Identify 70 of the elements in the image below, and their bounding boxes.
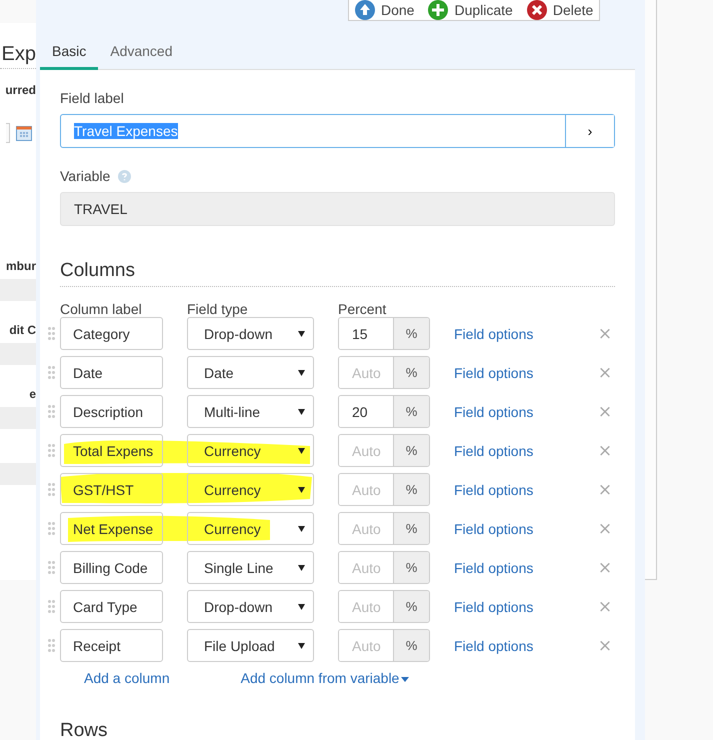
delete-button[interactable]: Delete (526, 0, 594, 20)
dropdown-caret-icon (298, 370, 305, 376)
variable-label: Variable (60, 168, 110, 184)
field-label: Field label (60, 90, 124, 106)
drag-handle-icon[interactable] (48, 600, 55, 613)
field-type-select[interactable]: Date (187, 356, 314, 389)
column-label-input[interactable]: Category (60, 317, 163, 350)
tab[interactable]: Advanced (98, 39, 185, 70)
dropdown-caret-icon (298, 604, 305, 610)
help-icon[interactable] (118, 170, 132, 182)
column-label-input[interactable]: Net Expense (60, 512, 163, 545)
column-header: Column label (60, 301, 143, 317)
field-options-link[interactable]: Field options (454, 442, 534, 458)
drag-handle-icon[interactable] (48, 561, 55, 574)
input-value: Travel Expenses (74, 123, 178, 139)
drag-handle-icon[interactable] (48, 405, 55, 418)
drag-handle-icon[interactable] (48, 444, 55, 457)
field-type-select[interactable]: Drop-down (187, 317, 314, 350)
form-label: urred (5, 83, 36, 97)
field-type-select[interactable]: Currency (187, 434, 314, 467)
drag-handle-icon[interactable] (48, 522, 55, 535)
duplicate-button[interactable]: Duplicate (428, 0, 513, 20)
column-label-input[interactable]: Billing Code (60, 551, 163, 584)
drag-handle-icon[interactable] (48, 327, 55, 340)
dropdown-caret-icon (298, 526, 305, 532)
field-options-link[interactable]: Field options (454, 404, 534, 420)
dropdown-caret-icon (298, 564, 305, 570)
field-type-select[interactable]: Multi-line (187, 395, 314, 428)
column-header: Percent (338, 301, 388, 317)
field-type-select[interactable]: Drop-down (187, 590, 314, 623)
field-options-link[interactable]: Field options (454, 598, 534, 614)
column-label-input[interactable]: Description (60, 395, 163, 428)
form-label: e (29, 387, 36, 401)
form-label: dit C (9, 323, 36, 337)
field-options-link[interactable]: Field options (454, 520, 534, 536)
field-label-input[interactable]: Travel Expenses › (60, 114, 615, 148)
add-column-link[interactable]: Add a column (84, 670, 170, 686)
dropdown-caret-icon (298, 642, 305, 648)
drag-handle-icon[interactable] (48, 639, 55, 652)
drag-handle-icon[interactable] (48, 366, 55, 379)
column-label-input[interactable]: Card Type (60, 590, 163, 623)
field-options-link[interactable]: Field options (454, 364, 534, 380)
calendar-icon[interactable] (16, 125, 32, 141)
caret-icon (401, 676, 410, 682)
field-type-select[interactable]: Currency (187, 473, 314, 506)
column-label-input[interactable]: Total Expens (60, 434, 163, 467)
dropdown-caret-icon (298, 448, 305, 454)
dropdown-caret-icon (298, 486, 305, 492)
field-options-link[interactable]: Field options (454, 482, 534, 498)
column-header: Field type (187, 301, 249, 317)
section-heading: Columns (60, 260, 615, 287)
field-type-select[interactable]: Currency (187, 512, 314, 545)
field-type-select[interactable]: Single Line (187, 551, 314, 584)
section-heading: Rows (60, 720, 109, 740)
date-field[interactable] (6, 123, 10, 143)
field-options-link[interactable]: Field options (454, 560, 534, 576)
field-type-select[interactable]: File Upload (187, 629, 314, 662)
done-button[interactable]: Done (355, 0, 414, 20)
column-label-input[interactable]: GST/HST (60, 473, 163, 506)
dropdown-caret-icon (298, 330, 305, 336)
field-options-link[interactable]: Field options (454, 326, 534, 342)
dropdown-caret-icon (298, 408, 305, 414)
drag-handle-icon[interactable] (48, 483, 55, 496)
column-label-input[interactable]: Receipt (60, 629, 163, 662)
add-column-from-variable-link[interactable]: Add column from variable (240, 670, 410, 686)
form-label: mbur (6, 259, 36, 273)
variable-field[interactable]: TRAVEL (60, 192, 615, 226)
field-options-link[interactable]: Field options (454, 638, 534, 654)
next-button[interactable]: › (565, 115, 614, 147)
column-label-input[interactable]: Date (60, 356, 163, 389)
